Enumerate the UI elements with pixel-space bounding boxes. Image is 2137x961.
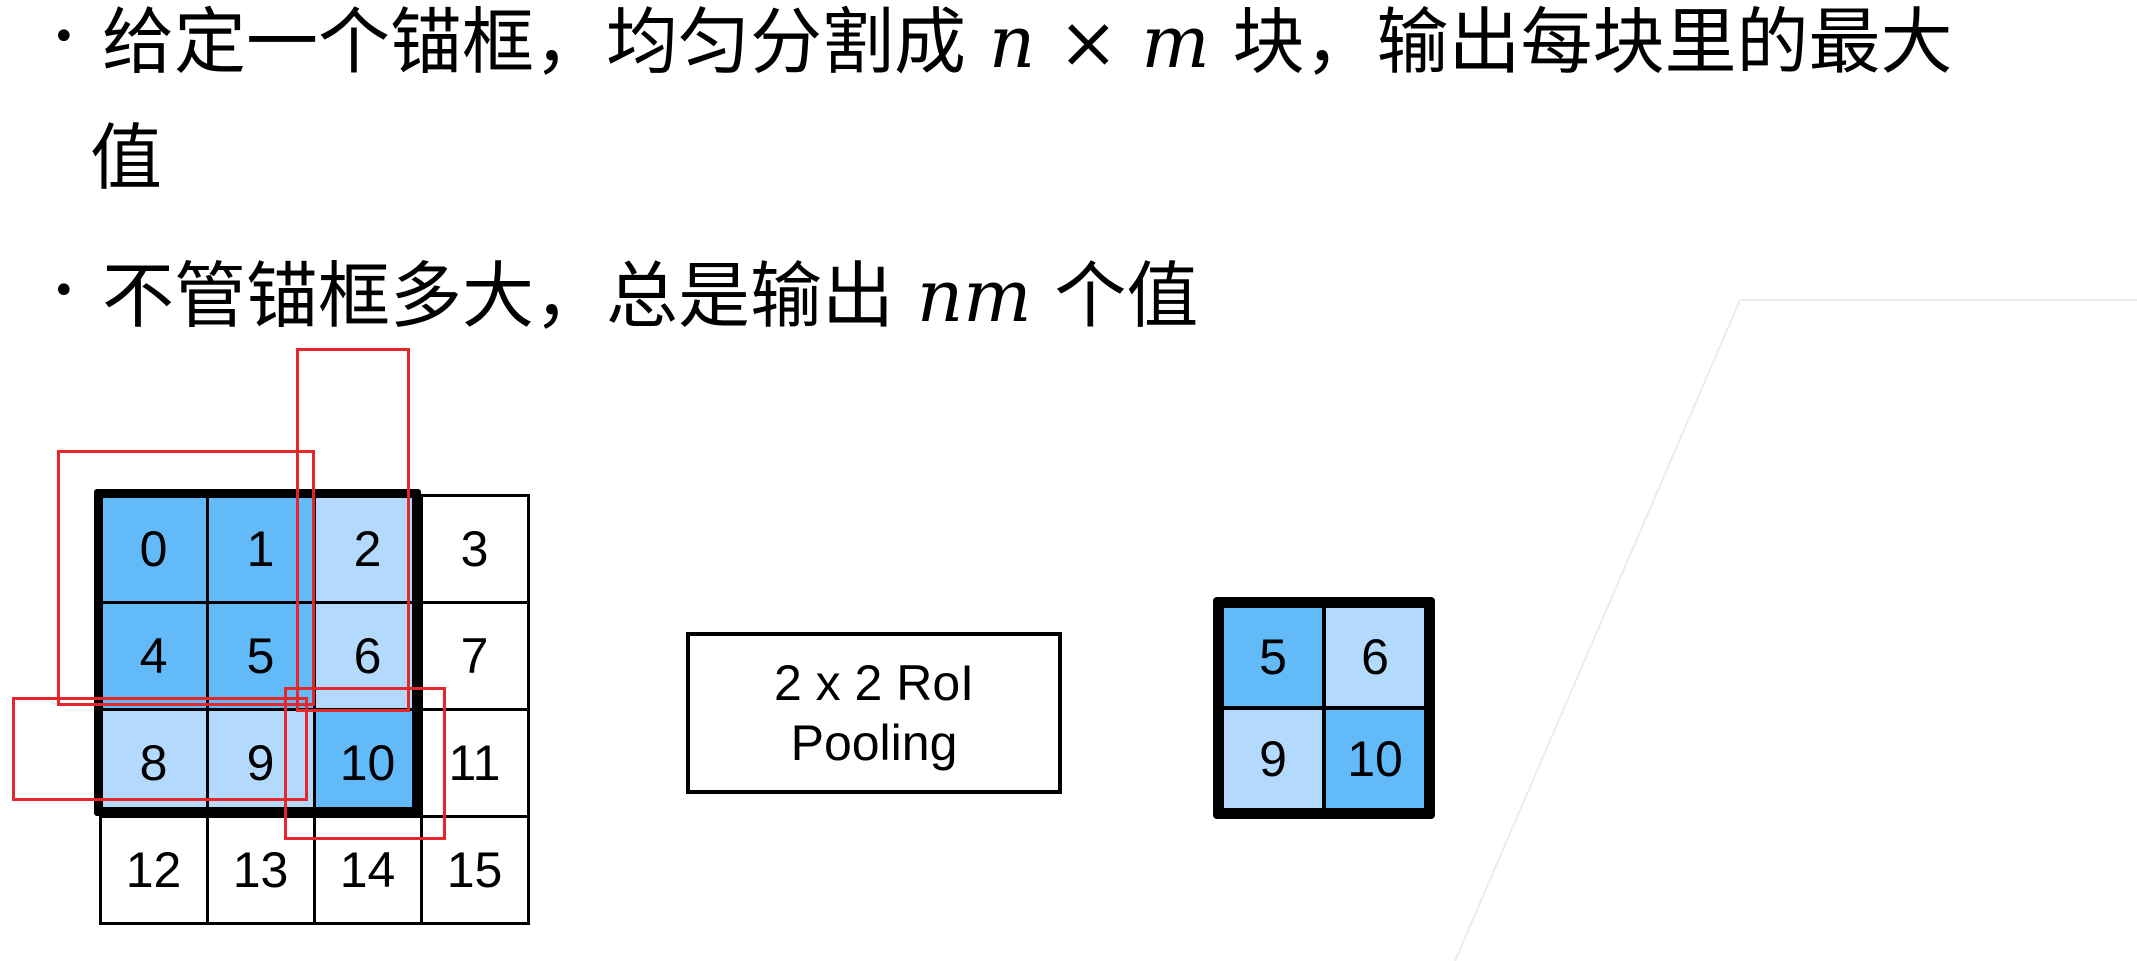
bullet-dot: • bbox=[52, 268, 76, 315]
bullet-2-math: nm bbox=[916, 254, 1032, 338]
input-grid-cell: 9 bbox=[205, 707, 316, 818]
input-feature-grid: 0 1 2 3 4 5 6 7 8 9 10 11 12 13 14 15 bbox=[98, 493, 530, 925]
roi-pooling-operation-box: 2 x 2 RoI Pooling bbox=[686, 632, 1062, 794]
output-grid-cell: 6 bbox=[1324, 606, 1426, 708]
input-grid-cell: 13 bbox=[205, 814, 316, 925]
input-grid-cell: 15 bbox=[419, 814, 530, 925]
operation-label-line1: 2 x 2 RoI bbox=[773, 655, 975, 711]
bullet-1-text-before: 给定一个锚框，均匀分割成 bbox=[102, 0, 989, 84]
bullet-2-text-after: 个值 bbox=[1031, 254, 1199, 338]
bullet-dot: • bbox=[52, 14, 76, 61]
input-grid-cell: 11 bbox=[419, 707, 530, 818]
input-grid-cell: 2 bbox=[312, 493, 423, 604]
input-grid-cell: 7 bbox=[419, 600, 530, 711]
input-grid-cell: 12 bbox=[98, 814, 209, 925]
operation-label-line2: Pooling bbox=[790, 715, 958, 771]
input-grid-cell: 0 bbox=[98, 493, 209, 604]
input-grid-cell: 4 bbox=[98, 600, 209, 711]
pooled-output-grid: 5 6 9 10 bbox=[1213, 597, 1435, 819]
input-grid-cell: 5 bbox=[205, 600, 316, 711]
input-grid-cell: 10 bbox=[312, 707, 423, 818]
bullet-1: • 给定一个锚框，均匀分割成 n × m 块，输出每块里的最大 bbox=[52, 6, 1953, 78]
bullet-1-text-after: 块，输出每块里的最大 bbox=[1209, 0, 1953, 84]
input-grid-cell: 8 bbox=[98, 707, 209, 818]
output-grid-cell: 9 bbox=[1222, 708, 1324, 810]
input-grid-cell: 14 bbox=[312, 814, 423, 925]
output-grid-cell: 5 bbox=[1222, 606, 1324, 708]
bullet-1-continuation: 值 bbox=[90, 116, 163, 200]
bullet-2: • 不管锚框多大，总是输出 nm 个值 bbox=[52, 260, 1198, 332]
bullet-2-text-before: 不管锚框多大，总是输出 bbox=[102, 254, 917, 338]
bullet-1-math: n × m bbox=[988, 0, 1210, 84]
input-grid-cell: 6 bbox=[312, 600, 423, 711]
output-grid-cell: 10 bbox=[1324, 708, 1426, 810]
input-grid-cell: 1 bbox=[205, 493, 316, 604]
input-grid-cell: 3 bbox=[419, 493, 530, 604]
